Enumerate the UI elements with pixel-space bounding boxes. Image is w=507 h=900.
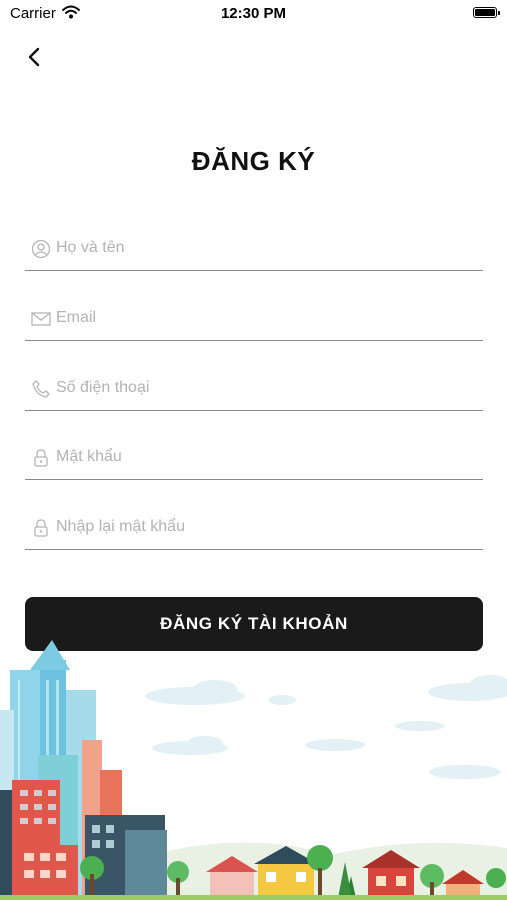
envelope-icon	[30, 308, 52, 330]
back-button[interactable]	[18, 44, 50, 74]
chevron-left-icon	[27, 47, 41, 72]
email-input[interactable]	[56, 304, 476, 332]
battery-icon	[473, 7, 500, 18]
page-title: ĐĂNG KÝ	[191, 146, 316, 176]
user-icon	[30, 238, 52, 260]
password-field	[25, 435, 483, 480]
email-field	[25, 296, 483, 341]
password-input[interactable]	[56, 443, 476, 471]
status-bar: Carrier 12:30 PM	[0, 0, 507, 28]
lock-icon	[30, 517, 52, 539]
confirm-password-field	[25, 505, 483, 550]
status-time: 12:30 PM	[220, 5, 287, 22]
lock-icon	[30, 447, 52, 469]
phone-icon	[30, 378, 52, 400]
phone-field	[25, 366, 483, 411]
full-name-field	[25, 226, 483, 271]
confirm-password-input[interactable]	[56, 513, 476, 541]
phone-input[interactable]	[56, 374, 476, 402]
full-name-input[interactable]	[56, 234, 476, 262]
city-illustration	[0, 640, 507, 900]
